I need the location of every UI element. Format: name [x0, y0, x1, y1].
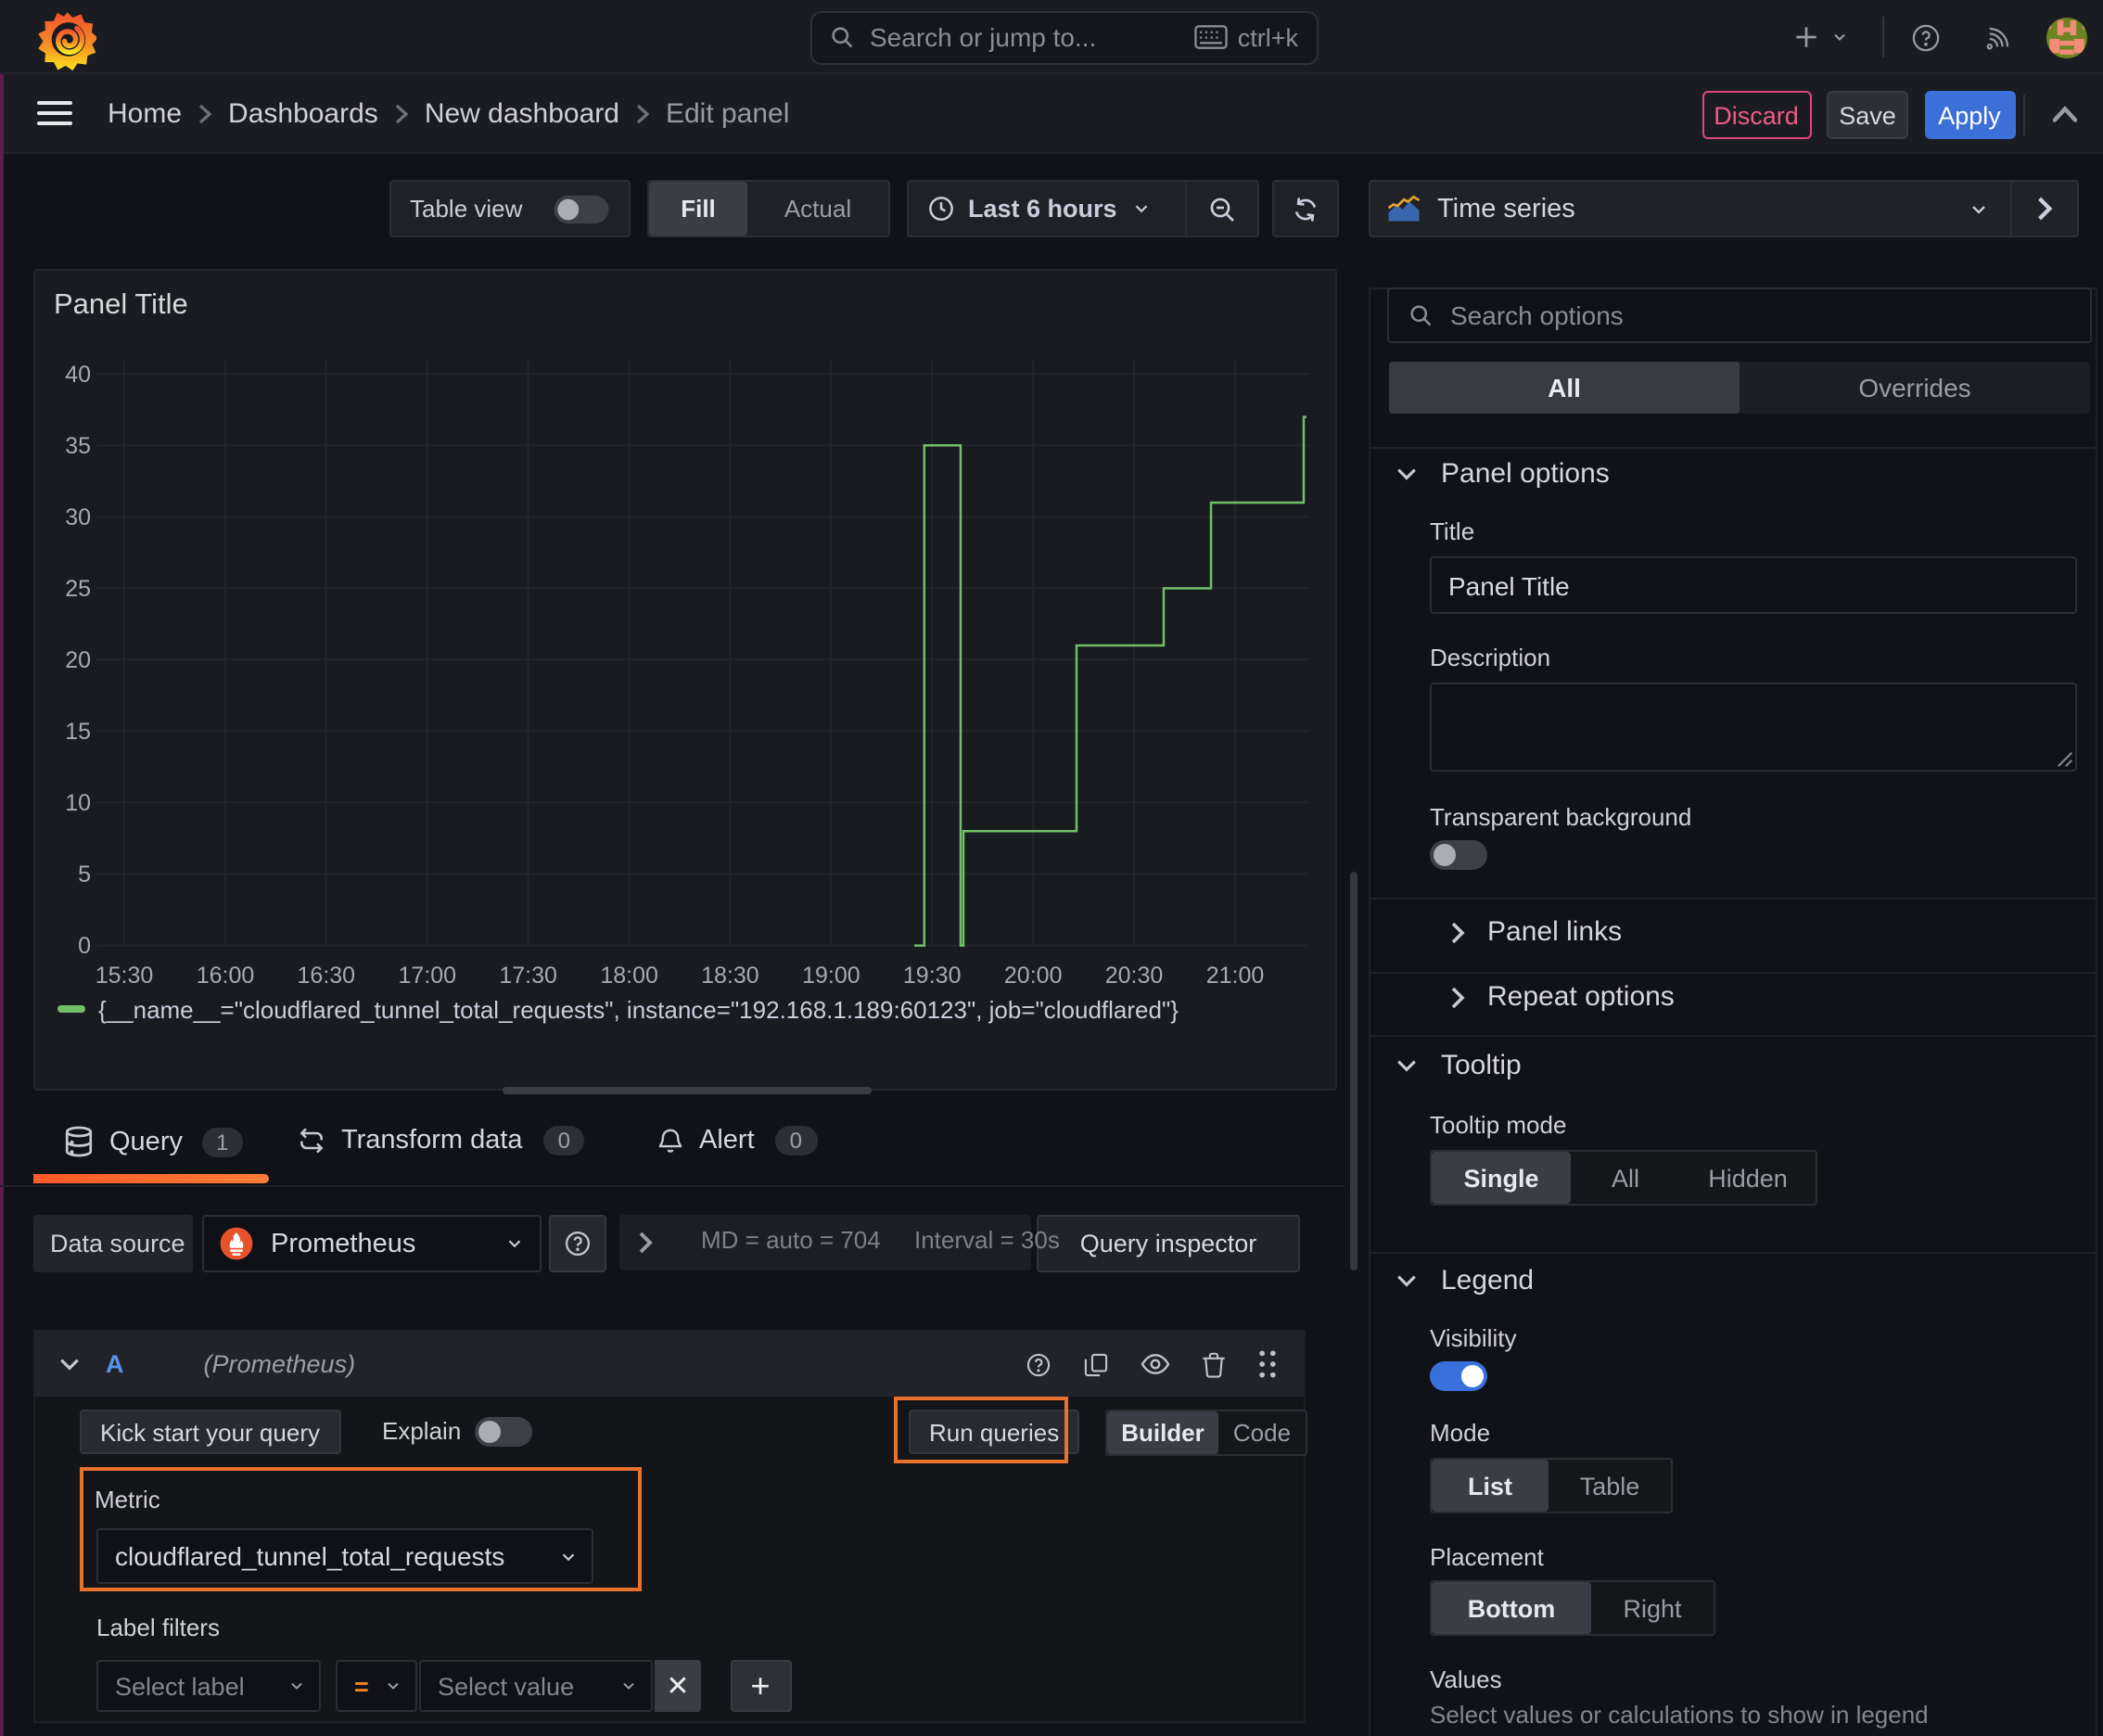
- svg-text:15: 15: [65, 719, 91, 745]
- svg-text:21:00: 21:00: [1206, 963, 1265, 989]
- svg-text:20: 20: [65, 647, 91, 673]
- svg-text:0: 0: [78, 933, 91, 959]
- svg-text:35: 35: [65, 433, 91, 459]
- svg-text:30: 30: [65, 504, 91, 530]
- svg-text:17:30: 17:30: [499, 963, 557, 989]
- svg-text:16:00: 16:00: [197, 963, 255, 989]
- svg-text:19:00: 19:00: [802, 963, 860, 989]
- svg-text:5: 5: [78, 862, 91, 887]
- svg-text:16:30: 16:30: [298, 963, 356, 989]
- svg-text:40: 40: [65, 362, 91, 388]
- svg-text:20:30: 20:30: [1105, 963, 1164, 989]
- svg-text:10: 10: [65, 790, 91, 816]
- svg-text:20:00: 20:00: [1004, 963, 1063, 989]
- svg-text:19:30: 19:30: [903, 963, 962, 989]
- svg-text:18:00: 18:00: [600, 963, 658, 989]
- svg-text:17:00: 17:00: [399, 963, 457, 989]
- svg-text:25: 25: [65, 576, 91, 602]
- svg-text:{__name__="cloudflared_tunnel_: {__name__="cloudflared_tunnel_total_requ…: [98, 996, 1179, 1024]
- svg-text:15:30: 15:30: [96, 963, 154, 989]
- svg-text:18:30: 18:30: [701, 963, 759, 989]
